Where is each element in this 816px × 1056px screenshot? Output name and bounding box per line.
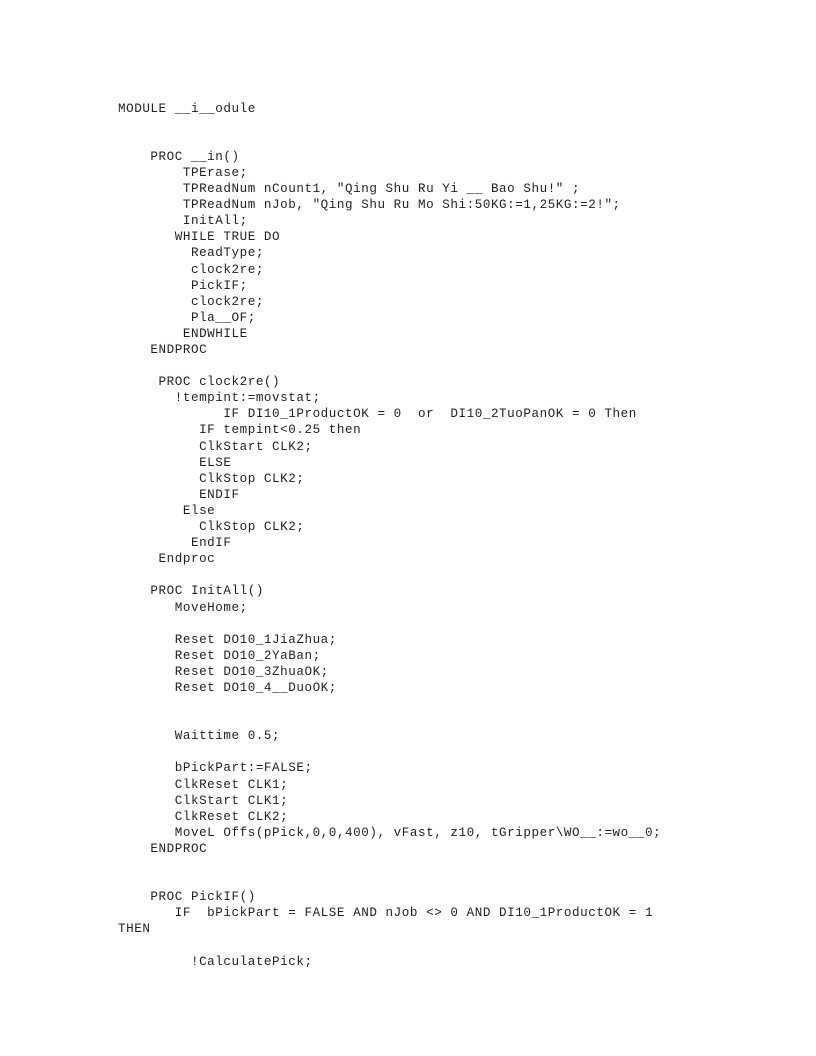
code-line: PROC PickIF() bbox=[118, 890, 256, 905]
code-line: TPErase; bbox=[118, 165, 248, 180]
code-line: bPickPart:=FALSE; bbox=[118, 761, 313, 776]
code-line: Waittime 0.5; bbox=[118, 729, 281, 744]
code-line: ENDPROC bbox=[118, 343, 208, 357]
code-line: TPReadNum nCount1, "Qing Shu Ru Yi __ Ba… bbox=[118, 182, 581, 197]
code-line: ClkStop CLK2; bbox=[118, 520, 305, 535]
code-line: IF DI10_1ProductOK = 0 or DI10_2TuoPanOK… bbox=[118, 407, 637, 422]
code-line: PROC __in() bbox=[118, 149, 240, 164]
code-line: ClkReset CLK2; bbox=[118, 809, 289, 824]
code-line: IF tempint<0.25 then bbox=[118, 423, 362, 438]
code-line: clock2re; bbox=[118, 262, 264, 277]
code-line: EndIF bbox=[118, 536, 232, 551]
code-line: Endproc bbox=[118, 552, 216, 567]
code-line: MoveHome; bbox=[118, 600, 248, 615]
code-line: Pla__OF; bbox=[118, 310, 256, 325]
code-line: ENDIF bbox=[118, 487, 240, 502]
code-line: PickIF; bbox=[118, 278, 248, 293]
code-line: ELSE bbox=[118, 455, 232, 470]
code-line: ClkStop CLK2; bbox=[118, 471, 305, 486]
code-line: Reset DO10_1JiaZhua; bbox=[118, 632, 337, 647]
code-line: TPReadNum nJob, "Qing Shu Ru Mo Shi:50KG… bbox=[118, 198, 621, 213]
code-line: IF bPickPart = FALSE AND nJob <> 0 AND D… bbox=[118, 906, 654, 921]
code-line: !CalculatePick; bbox=[118, 954, 313, 969]
code-line: ENDPROC bbox=[118, 841, 208, 856]
code-line: ENDWHILE bbox=[118, 326, 248, 341]
code-line: Reset DO10_3ZhuaOK; bbox=[118, 664, 329, 679]
code-line: ClkReset CLK1; bbox=[118, 777, 289, 792]
code-line: !tempint:=movstat; bbox=[118, 391, 321, 406]
code-line: WHILE TRUE DO bbox=[118, 230, 281, 245]
code-line: Reset DO10_2YaBan; bbox=[118, 648, 321, 663]
code-line: MODULE __i__odule bbox=[118, 101, 256, 116]
code-line: PROC InitAll() bbox=[118, 584, 264, 599]
code-line: InitAll; bbox=[118, 214, 248, 229]
code-listing: MODULE __i__odule PROC __in() TPErase; T… bbox=[118, 101, 778, 970]
code-line: MoveL Offs(pPick,0,0,400), vFast, z10, t… bbox=[118, 825, 662, 840]
code-line: ReadType; bbox=[118, 246, 264, 261]
code-line: Else bbox=[118, 503, 216, 518]
code-line: clock2re; bbox=[118, 294, 264, 309]
document-page: MODULE __i__odule PROC __in() TPErase; T… bbox=[0, 0, 816, 1056]
code-line: ClkStart CLK2; bbox=[118, 439, 313, 454]
code-line: THEN bbox=[118, 922, 151, 937]
code-line: PROC clock2re() bbox=[118, 375, 281, 390]
code-line: Reset DO10_4__DuoOK; bbox=[118, 680, 337, 695]
code-line: ClkStart CLK1; bbox=[118, 793, 289, 808]
